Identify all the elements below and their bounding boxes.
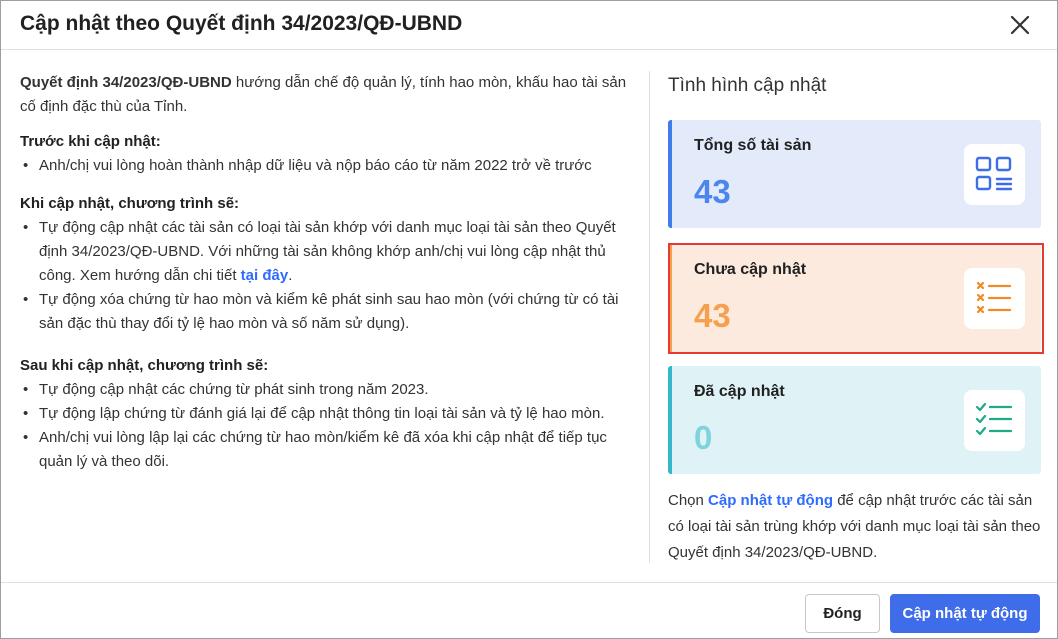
after-title: Sau khi cập nhật, chương trình sẽ: [20, 357, 269, 374]
auto-update-button[interactable]: Cập nhật tự động [890, 594, 1040, 633]
instructions-panel: Quyết định 34/2023/QĐ-UBND hướng dẫn chế… [20, 71, 632, 474]
status-title: Tình hình cập nhật [668, 75, 827, 96]
intro-bold: Quyết định 34/2023/QĐ-UBND [20, 74, 232, 91]
before-list: Anh/chị vui lòng hoàn thành nhập dữ liệu… [20, 154, 632, 178]
dialog-title: Cập nhật theo Quyết định 34/2023/QĐ-UBND [20, 12, 463, 35]
pending-card[interactable]: Chưa cập nhật 43 [668, 244, 1041, 352]
pending-value: 43 [694, 297, 731, 334]
after-list: Tự động cập nhật các chứng từ phát sinh … [20, 378, 632, 474]
dialog-header: Cập nhật theo Quyết định 34/2023/QĐ-UBND [1, 1, 1057, 50]
list-item: Anh/chị vui lòng hoàn thành nhập dữ liệu… [20, 154, 632, 178]
updated-card: Đã cập nhật 0 [668, 366, 1041, 474]
list-item: Tự động cập nhật các tài sản có loại tài… [20, 216, 632, 288]
check-list-icon [964, 390, 1025, 451]
x-list-icon [964, 268, 1025, 329]
pending-label: Chưa cập nhật [694, 261, 807, 278]
close-icon[interactable] [1004, 9, 1036, 41]
list-item: Anh/chị vui lòng lập lại các chứng từ ha… [20, 426, 632, 474]
list-item: Tự động lập chứng từ đánh giá lại để cập… [20, 402, 632, 426]
total-assets-value: 43 [694, 173, 731, 210]
during-item1-text: Tự động cập nhật các tài sản có loại tài… [39, 219, 616, 284]
note-prefix: Chọn [668, 492, 709, 509]
during-title: Khi cập nhật, chương trình sẽ: [20, 195, 240, 212]
total-assets-label: Tổng số tài sản [694, 137, 812, 154]
panel-divider [649, 71, 650, 563]
dialog-footer: Đóng Cập nhật tự động [1, 582, 1057, 639]
guide-link[interactable]: tại đây [241, 267, 289, 284]
total-assets-card: Tổng số tài sản 43 [668, 120, 1041, 228]
updated-value: 0 [694, 419, 713, 456]
updated-label: Đã cập nhật [694, 383, 785, 400]
during-list: Tự động cập nhật các tài sản có loại tài… [20, 216, 632, 336]
list-item: Tự động cập nhật các chứng từ phát sinh … [20, 378, 632, 402]
intro-paragraph: Quyết định 34/2023/QĐ-UBND hướng dẫn chế… [20, 71, 632, 119]
list-item: Tự động xóa chứng từ hao mòn và kiểm kê … [20, 288, 632, 336]
auto-update-link[interactable]: Cập nhật tự động [708, 492, 833, 509]
before-title: Trước khi cập nhật: [20, 133, 161, 150]
grid-list-icon [964, 144, 1025, 205]
during-item1-end: . [288, 267, 293, 284]
close-button[interactable]: Đóng [805, 594, 880, 633]
update-dialog: Cập nhật theo Quyết định 34/2023/QĐ-UBND… [0, 0, 1058, 639]
auto-update-note: Chọn Cập nhật tự động để cập nhật trước … [668, 488, 1048, 566]
